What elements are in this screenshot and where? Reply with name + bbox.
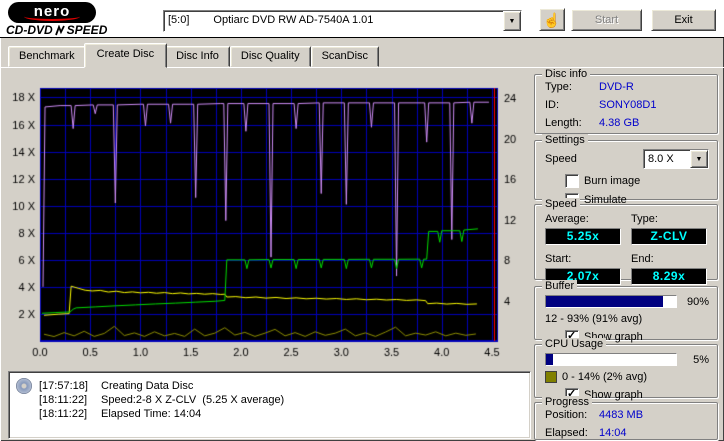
nero-swoosh-icon (24, 12, 80, 21)
speed-average-cell: Average: 5.25x (545, 213, 621, 245)
disc-length-label: Length: (545, 117, 582, 129)
log-message: Speed:2-8 X Z-CLV (5.25 X average) (101, 394, 285, 406)
log-message: Creating Data Disc (101, 380, 194, 392)
drive-dropdown-button[interactable]: ▼ (503, 11, 521, 31)
tab-benchmark[interactable]: Benchmark (8, 46, 86, 67)
tab-disc-info[interactable]: Disc Info (165, 46, 230, 67)
cpu-bar-fill (546, 354, 553, 365)
chevron-down-icon: ▼ (508, 17, 516, 25)
burn-image-checkbox[interactable]: ✓ (565, 174, 579, 188)
progress-title: Progress (542, 396, 593, 408)
disc-info-group: Disc info Type: DVD-R ID: SONY08D1 Length:… (534, 68, 718, 134)
speed-chart (8, 70, 532, 370)
speed-end-label: End: (631, 253, 654, 265)
exit-button[interactable]: Exit (651, 9, 716, 31)
speed-type-value: Z-CLV (631, 228, 707, 245)
top-bar: nero CD-DVD SPEED [5:0] Optiarc DVD RW AD… (0, 0, 724, 38)
log-timestamp: [18:11:22] (39, 408, 88, 420)
progress-elapsed-value: 14:04 (599, 427, 627, 439)
progress-position-value: 4483 MB (599, 409, 644, 421)
chevron-down-icon: ▼ (695, 155, 703, 163)
disc-id-label: ID: (545, 99, 560, 111)
tab-bar: Benchmark Create Disc Disc Info Disc Qua… (8, 43, 380, 68)
buffer-group: Buffer 90% 12 - 93% (91% avg) ✓ Show gra… (534, 280, 718, 344)
log-timestamp: [18:11:22] (39, 394, 88, 406)
drive-selector[interactable]: [5:0] Optiarc DVD RW AD-7540A 1.01 ▼ (163, 10, 522, 32)
disc-type-row: Type: DVD-R (535, 81, 717, 93)
hand-tool-button[interactable]: ☝ (539, 8, 565, 31)
log-row: [18:11:22] Elapsed Time: 14:04 (39, 407, 526, 421)
log-message: Elapsed Time: 14:04 (101, 408, 202, 420)
log-timestamp: [17:57:18] (39, 380, 88, 392)
speed-average-value: 5.25x (545, 228, 621, 245)
speed-setting-label: Speed (545, 153, 577, 165)
progress-elapsed-label: Elapsed: (545, 427, 588, 439)
settings-group: Settings Speed 8.0 X ▼ ✓ Burn image ✓ Si… (534, 134, 718, 207)
cpu-usage-group: CPU Usage 5% 0 - 14% (2% avg) ✓ Show gra… (534, 338, 718, 402)
log-row: [18:11:22] Speed:2-8 X Z-CLV (5.25 X aver… (39, 393, 526, 407)
cpu-usage-title: CPU Usage (542, 338, 607, 350)
buffer-bar-fill (546, 296, 663, 307)
speed-end-cell: End: 8.29x (631, 253, 707, 285)
drive-selector-text: [5:0] Optiarc DVD RW AD-7540A 1.01 (164, 11, 503, 31)
product-name-left: CD-DVD (6, 23, 53, 37)
disc-info-title: Disc info (542, 68, 591, 80)
speed-group: Speed Average: 5.25x Type: Z-CLV Start: … (534, 198, 718, 285)
cpu-show-graph-label: Show graph (584, 389, 643, 401)
product-name-right: SPEED (66, 23, 108, 37)
speed-select[interactable]: 8.0 X ▼ (643, 149, 709, 169)
disc-id-value: SONY08D1 (599, 99, 657, 111)
lightning-icon (54, 24, 65, 35)
cpu-range-row: 0 - 14% (2% avg) (535, 366, 717, 383)
tab-create-disc[interactable]: Create Disc (83, 43, 168, 68)
speed-type-cell: Type: Z-CLV (631, 213, 707, 245)
product-name: CD-DVD SPEED (6, 23, 107, 37)
burn-image-row: ✓ Burn image (535, 169, 717, 188)
burn-image-label: Burn image (584, 175, 641, 187)
drive-name: Optiarc DVD RW AD-7540A 1.01 (213, 14, 374, 26)
nero-logo: nero (8, 2, 96, 23)
cpu-percent: 5% (693, 353, 709, 366)
progress-elapsed-row: Elapsed: 14:04 (535, 427, 717, 439)
log-rows: [17:57:18] Creating Data Disc [18:11:22] S… (39, 379, 526, 421)
drive-bus: [5:0] (168, 14, 190, 26)
progress-group: Progress Position: 4483 MB Elapsed: 14:04 (534, 396, 718, 440)
disc-length-value: 4.38 GB (599, 117, 640, 129)
disc-type-value: DVD-R (599, 81, 634, 93)
buffer-bar (545, 295, 677, 308)
tab-disc-quality[interactable]: Disc Quality (229, 46, 311, 67)
log-panel: [17:57:18] Creating Data Disc [18:11:22] S… (8, 371, 531, 439)
progress-position-label: Position: (545, 409, 588, 421)
log-row: [17:57:18] Creating Data Disc (39, 379, 526, 393)
speed-select-value: 8.0 X (648, 153, 674, 165)
cpu-range-text: 0 - 14% (2% avg) (562, 371, 647, 383)
speed-group-title: Speed (542, 198, 580, 210)
speed-chart-canvas (8, 70, 532, 370)
disc-length-row: Length: 4.38 GB (535, 117, 717, 129)
buffer-percent: 90% (686, 295, 709, 308)
buffer-range-row: 12 - 93% (91% avg) (535, 308, 717, 325)
settings-title: Settings (542, 134, 588, 146)
speed-type-label: Type: (631, 213, 658, 225)
hand-icon: ☝ (543, 11, 561, 28)
progress-position-row: Position: 4483 MB (535, 409, 717, 421)
disc-type-label: Type: (545, 81, 572, 93)
speed-average-label: Average: (545, 213, 589, 225)
speed-start-label: Start: (545, 253, 572, 265)
speed-end-value: 8.29x (631, 268, 707, 285)
speed-select-dropdown-button[interactable]: ▼ (690, 150, 708, 168)
create-disc-icon (16, 378, 32, 394)
buffer-range-text: 12 - 93% (91% avg) (545, 313, 643, 325)
cpu-color-swatch (545, 371, 557, 383)
tab-scandisc[interactable]: ScanDisc (310, 46, 380, 67)
buffer-title: Buffer (542, 280, 578, 292)
speed-cells: Average: 5.25x Type: Z-CLV Start: 2.07x … (535, 205, 717, 285)
start-button[interactable]: Start (571, 9, 642, 31)
cpu-bar (545, 353, 677, 366)
app-window: nero CD-DVD SPEED [5:0] Optiarc DVD RW AD… (0, 0, 724, 441)
disc-id-row: ID: SONY08D1 (535, 99, 717, 111)
